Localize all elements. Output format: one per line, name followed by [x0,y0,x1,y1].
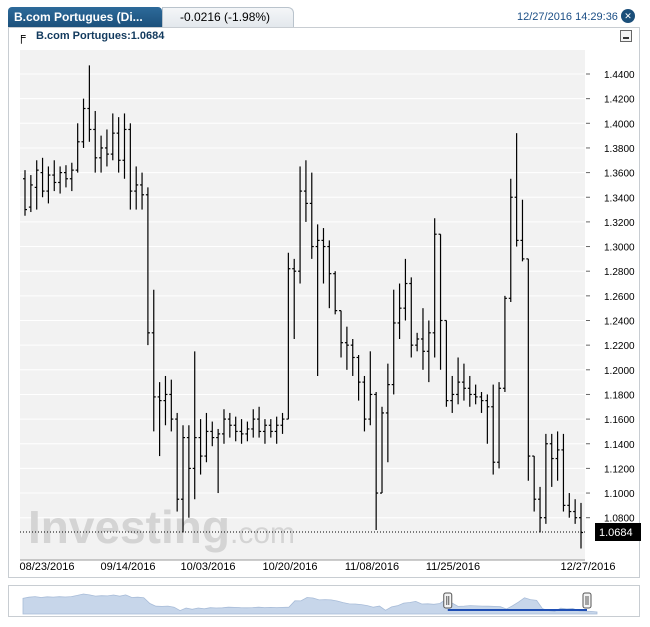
y-tick-label: 1.3200 [604,218,635,229]
x-axis: 08/23/2016 09/14/2016 10/03/2016 10/20/2016… [19,559,616,573]
y-tick-label: 1.2600 [604,292,635,303]
watermark-suffix: .com [230,517,295,550]
drag-handle-icon[interactable] [582,592,592,609]
watermark-brand: Investing [28,501,230,553]
y-tick-label: 1.3400 [604,193,635,204]
last-price-label: 1.0684 [599,527,633,539]
y-axis: 1.4400 1.4200 1.4000 1.3800 1.3600 1.3400 1.32… [586,70,635,525]
y-tick-label: 1.4400 [604,70,635,81]
y-tick-label: 1.3000 [604,243,635,254]
x-tick-label: 12/27/2016 [560,561,615,573]
plot-background [20,50,585,560]
y-tick-label: 1.2200 [604,341,635,352]
y-tick-label: 1.4200 [604,95,635,106]
y-tick-label: 1.1800 [604,390,635,401]
x-tick-label: 11/25/2016 [426,561,480,573]
x-tick-label: 09/14/2016 [100,561,155,573]
y-tick-label: 1.3600 [604,169,635,180]
y-tick-label: 1.1000 [604,489,635,500]
navigator-chart[interactable] [9,586,641,618]
x-tick-label: 10/03/2016 [180,561,235,573]
y-tick-label: 1.2800 [604,267,635,278]
y-tick-label: 1.4000 [604,119,635,130]
y-tick-label: 1.1600 [604,415,635,426]
x-tick-label: 11/08/2016 [345,561,399,573]
y-tick-label: 1.3800 [604,144,635,155]
y-tick-label: 1.1400 [604,440,635,451]
x-tick-label: 08/23/2016 [19,561,74,573]
y-tick-label: 1.2000 [604,366,635,377]
last-price-badge: 1.0684 [595,522,641,541]
y-tick-label: 1.2400 [604,317,635,328]
drag-handle-icon[interactable] [443,592,453,609]
navigator-panel[interactable] [8,585,640,617]
y-tick-label: 1.1200 [604,464,635,475]
x-tick-label: 10/20/2016 [262,561,317,573]
ohlc-chart[interactable]: Investing .com 1.44001.42001.40001.38001… [0,0,650,627]
